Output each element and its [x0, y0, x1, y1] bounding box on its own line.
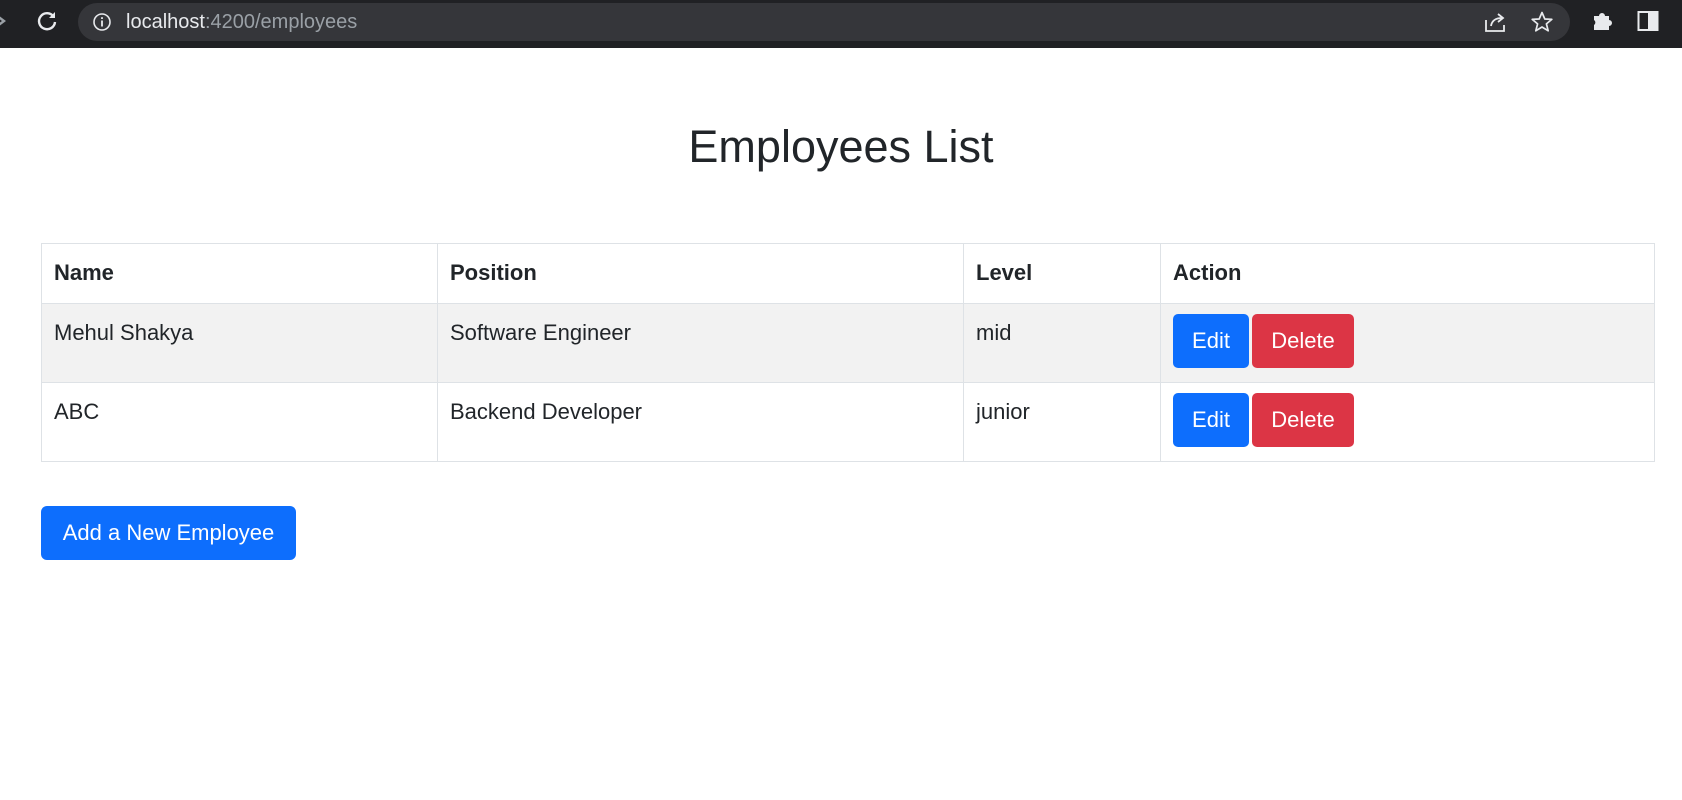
- cell-actions: Edit Delete: [1160, 303, 1655, 383]
- column-header-level: Level: [963, 243, 1161, 304]
- cell-level: mid: [963, 303, 1161, 383]
- url-text[interactable]: localhost:4200/employees: [126, 3, 357, 41]
- delete-button[interactable]: Delete: [1252, 393, 1354, 447]
- cell-position: Software Engineer: [437, 303, 964, 383]
- edit-button[interactable]: Edit: [1173, 314, 1249, 368]
- edit-button[interactable]: Edit: [1173, 393, 1249, 447]
- column-header-name: Name: [41, 243, 438, 304]
- delete-button[interactable]: Delete: [1252, 314, 1354, 368]
- cell-name: Mehul Shakya: [41, 303, 438, 383]
- star-icon[interactable]: [1530, 10, 1554, 34]
- extensions-icon[interactable]: [1590, 8, 1616, 34]
- info-icon[interactable]: [92, 12, 112, 32]
- page-title: Employees List: [688, 121, 994, 172]
- share-icon[interactable]: [1484, 11, 1508, 33]
- cell-name: ABC: [41, 382, 438, 462]
- cell-actions: Edit Delete: [1160, 382, 1655, 462]
- browser-toolbar: localhost:4200/employees: [0, 0, 1682, 48]
- table-header-row: Name Position Level Action: [41, 243, 1655, 304]
- table-row: ABC Backend Developer junior Edit Delete: [41, 382, 1655, 462]
- add-new-employee-button[interactable]: Add a New Employee: [41, 506, 296, 560]
- url-path: :4200/employees: [204, 11, 358, 33]
- employees-table-container: Name Position Level Action Mehul Shakya …: [41, 243, 1655, 462]
- address-bar[interactable]: localhost:4200/employees: [78, 3, 1570, 41]
- forward-icon[interactable]: [0, 10, 14, 32]
- side-panel-icon[interactable]: [1636, 9, 1660, 33]
- reload-icon[interactable]: [32, 6, 62, 36]
- table-row: Mehul Shakya Software Engineer mid Edit D…: [41, 303, 1655, 383]
- column-header-action: Action: [1160, 243, 1655, 304]
- column-header-position: Position: [437, 243, 964, 304]
- employees-table: Name Position Level Action Mehul Shakya …: [41, 243, 1655, 462]
- cell-level: junior: [963, 382, 1161, 462]
- url-host: localhost: [126, 11, 205, 33]
- cell-position: Backend Developer: [437, 382, 964, 462]
